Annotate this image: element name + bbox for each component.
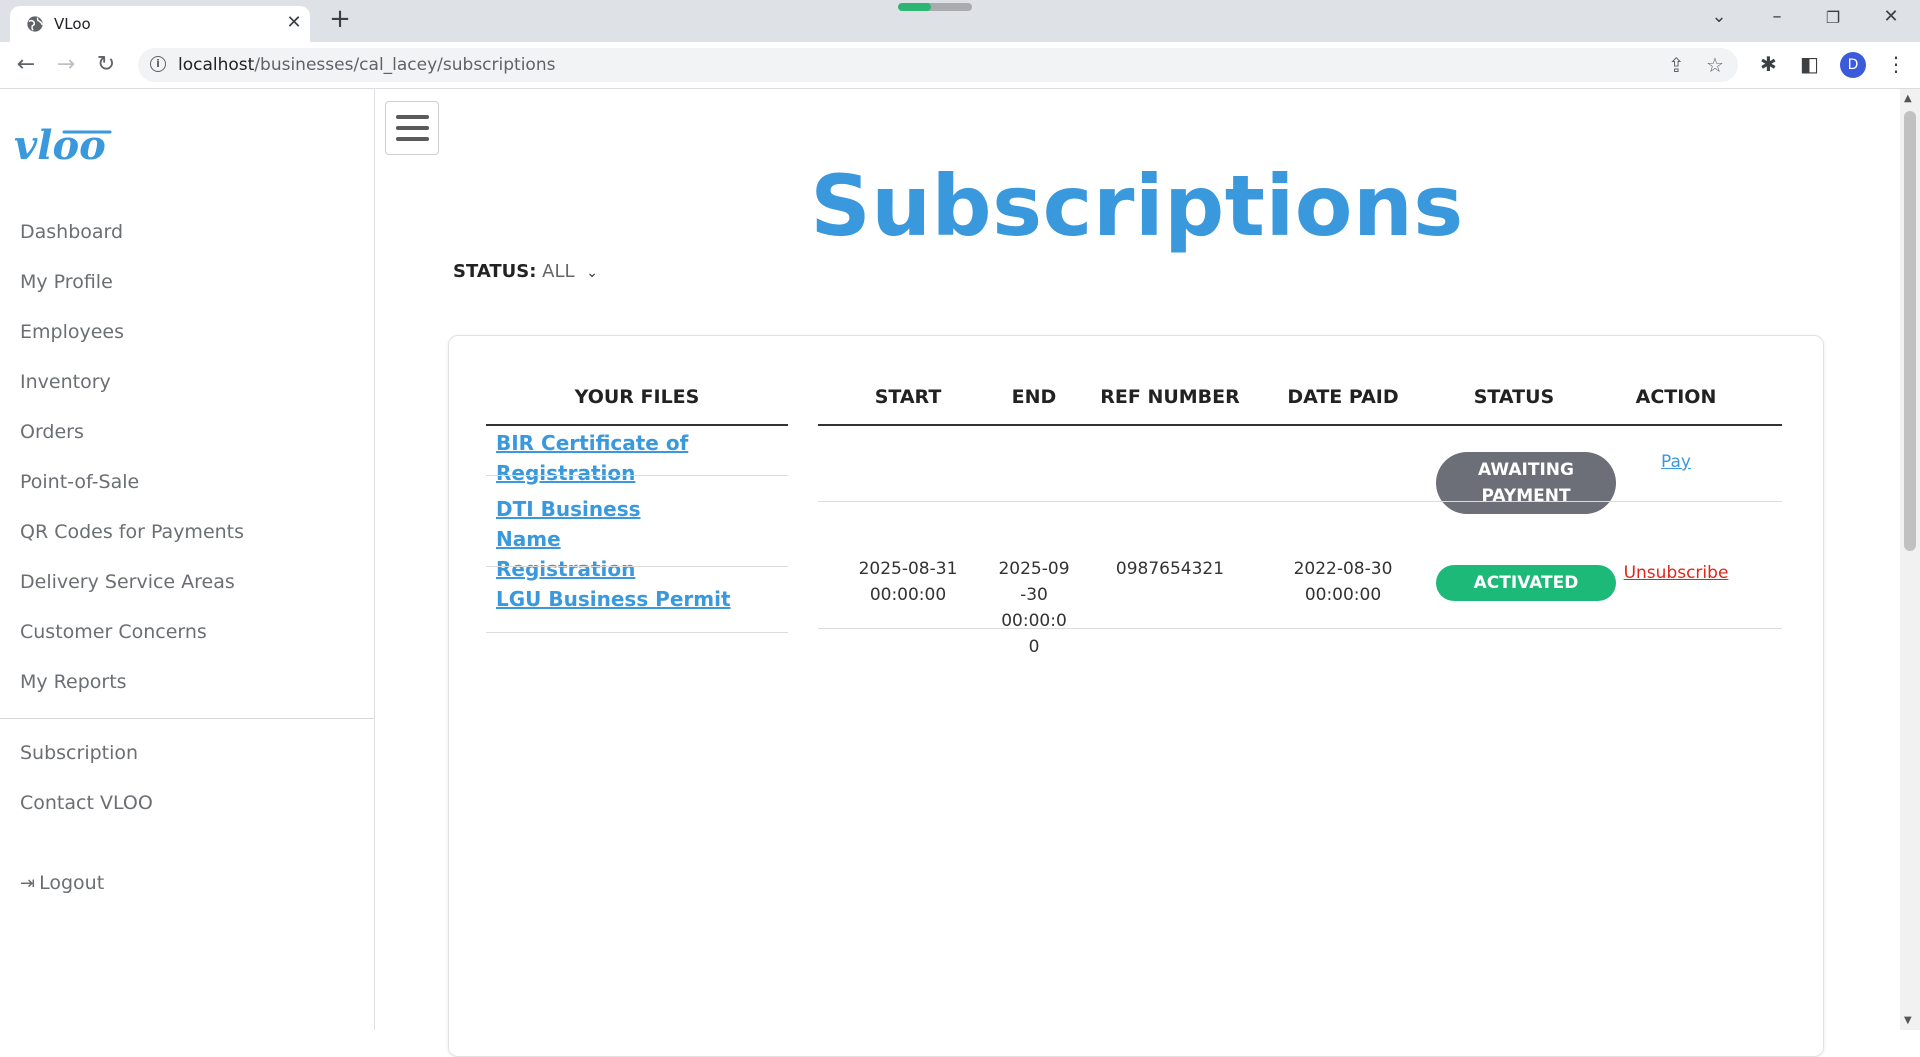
svg-text:vloo: vloo — [14, 122, 106, 169]
sidebar-item-delivery-service-areas[interactable]: Delivery Service Areas — [20, 571, 235, 593]
browser-menu-icon[interactable]: ⋮ — [1886, 52, 1906, 76]
scrollbar-thumb[interactable] — [1904, 111, 1916, 551]
hamburger-icon — [396, 115, 429, 119]
logout-link[interactable]: ⇥ Logout — [20, 872, 104, 894]
column-header-status: STATUS — [1473, 386, 1555, 408]
status-filter-label: STATUS: — [453, 261, 537, 282]
file-link-bir[interactable]: BIR Certificate of Registration — [496, 428, 786, 488]
file-link-dti[interactable]: DTI Business Name Registration — [496, 494, 696, 584]
row-divider — [818, 501, 1782, 502]
status-filter-value: ALL — [542, 261, 575, 282]
sidebar-item-subscription[interactable]: Subscription — [20, 742, 138, 764]
loading-progress-bar — [898, 3, 972, 11]
column-header-date-paid: DATE PAID — [1287, 386, 1399, 408]
minimize-icon[interactable]: – — [1762, 6, 1792, 27]
sidebar-item-customer-concerns[interactable]: Customer Concerns — [20, 621, 207, 643]
close-tab-icon[interactable]: ✕ — [282, 12, 306, 33]
sidebar-item-dashboard[interactable]: Dashboard — [20, 221, 123, 243]
logout-icon: ⇥ — [20, 873, 36, 894]
file-link-lgu[interactable]: LGU Business Permit — [496, 584, 786, 614]
cell-date-paid: 2022-08-30 00:00:00 — [1293, 559, 1393, 605]
tab-search-icon[interactable]: ⌄ — [1704, 6, 1734, 27]
close-window-icon[interactable]: ✕ — [1876, 6, 1906, 27]
cell-start: 2025-08-31 00:00:00 — [858, 559, 958, 605]
sidebar-item-employees[interactable]: Employees — [20, 321, 124, 343]
status-badge: ACTIVATED — [1436, 565, 1616, 601]
globe-icon — [27, 16, 43, 32]
status-badge: AWAITING PAYMENT — [1436, 452, 1616, 514]
sidebar-divider — [0, 718, 374, 719]
unsubscribe-link[interactable]: Unsubscribe — [1611, 563, 1741, 583]
subscriptions-card: YOUR FILES BIR Certificate of Registrati… — [448, 335, 1824, 1057]
menu-toggle-button[interactable] — [385, 101, 439, 155]
tab-title: VLoo — [54, 15, 91, 33]
address-bar[interactable]: i localhost/businesses/cal_lacey/subscri… — [138, 48, 1738, 82]
main-content: Subscriptions STATUS: ALL ⌄ YOUR FILES B… — [375, 89, 1899, 1057]
extensions-icon[interactable]: ✱ — [1760, 52, 1777, 76]
sidebar-item-orders[interactable]: Orders — [20, 421, 84, 443]
file-divider — [486, 475, 788, 476]
pay-link[interactable]: Pay — [1611, 452, 1741, 472]
status-filter-dropdown[interactable]: STATUS: ALL ⌄ — [453, 261, 598, 282]
column-header-ref-number: REF NUMBER — [1100, 386, 1240, 408]
sidebar-item-qr-codes[interactable]: QR Codes for Payments — [20, 521, 244, 543]
back-icon[interactable]: ← — [12, 51, 40, 79]
sidebar-item-point-of-sale[interactable]: Point-of-Sale — [20, 471, 139, 493]
sidebar-item-my-profile[interactable]: My Profile — [20, 271, 113, 293]
forward-icon[interactable]: → — [52, 51, 80, 79]
files-header: YOUR FILES — [574, 386, 700, 408]
sidebar-item-my-reports[interactable]: My Reports — [20, 671, 127, 693]
browser-tab-bar: VLoo ✕ + ⌄ – ❐ ✕ — [0, 0, 1920, 42]
site-info-icon[interactable]: i — [150, 56, 166, 72]
page-title: Subscriptions — [810, 157, 1464, 255]
cell-end: 2025-09-30 00:00:00 — [998, 559, 1070, 657]
new-tab-button[interactable]: + — [325, 4, 355, 34]
sidebar: vloo Dashboard My Profile Employees Inve… — [0, 89, 375, 1030]
vloo-logo[interactable]: vloo — [14, 119, 124, 169]
side-panel-icon[interactable]: ◧ — [1800, 52, 1819, 76]
page-content: vloo Dashboard My Profile Employees Inve… — [0, 89, 1920, 1057]
row-divider — [818, 628, 1782, 629]
logout-label: Logout — [39, 872, 105, 894]
column-header-start: START — [874, 386, 942, 408]
column-header-end: END — [1011, 386, 1057, 408]
page-scrollbar[interactable]: ▲ ▼ — [1900, 89, 1920, 1030]
reload-icon[interactable]: ↻ — [92, 51, 120, 79]
sidebar-item-contact-vloo[interactable]: Contact VLOO — [20, 792, 153, 814]
file-divider — [486, 632, 788, 633]
column-header-action: ACTION — [1635, 386, 1717, 408]
url-text: localhost/businesses/cal_lacey/subscript… — [178, 55, 556, 75]
share-icon[interactable]: ⇪ — [1668, 53, 1685, 77]
table-header-rule — [818, 424, 1782, 426]
chevron-down-icon: ⌄ — [586, 265, 599, 281]
file-divider — [486, 566, 788, 567]
bookmark-star-icon[interactable]: ☆ — [1706, 53, 1724, 77]
files-header-rule — [486, 424, 788, 426]
scroll-up-icon[interactable]: ▲ — [1904, 93, 1912, 104]
scroll-down-icon[interactable]: ▼ — [1904, 1015, 1912, 1026]
loading-progress-fill — [898, 3, 932, 11]
restore-icon[interactable]: ❐ — [1818, 8, 1848, 27]
browser-toolbar: ← → ↻ i localhost/businesses/cal_lacey/s… — [0, 42, 1920, 89]
browser-tab[interactable]: VLoo ✕ — [10, 6, 310, 42]
sidebar-item-inventory[interactable]: Inventory — [20, 371, 111, 393]
cell-ref-number: 0987654321 — [1115, 559, 1225, 579]
profile-avatar[interactable]: D — [1840, 52, 1866, 78]
